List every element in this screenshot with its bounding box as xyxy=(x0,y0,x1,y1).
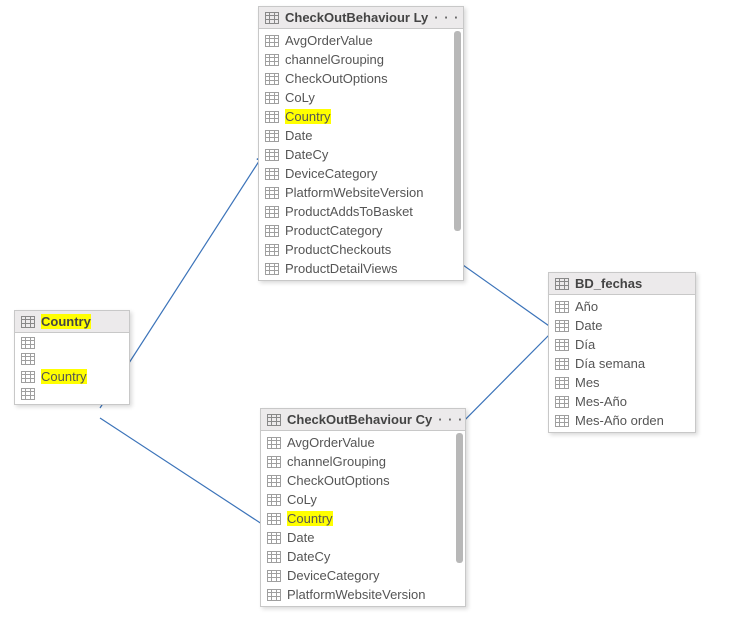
field-row[interactable]: Año xyxy=(549,297,695,316)
field-row[interactable]: Country xyxy=(15,367,129,386)
table-country[interactable]: Country Country xyxy=(14,310,130,405)
table-title: Country xyxy=(41,314,91,329)
table-header[interactable]: CheckOutBehaviour Cy · · · xyxy=(261,409,465,431)
field-icon xyxy=(267,551,281,563)
field-row[interactable]: PlatformWebsiteVersion xyxy=(259,183,463,202)
field-row[interactable]: DateCy xyxy=(261,547,465,566)
field-row[interactable]: ProductDetailViews xyxy=(259,259,463,278)
field-row[interactable] xyxy=(15,351,129,367)
field-row[interactable]: Date xyxy=(259,126,463,145)
scrollbar[interactable] xyxy=(454,31,461,231)
field-icon xyxy=(265,187,279,199)
field-icon xyxy=(265,263,279,275)
field-icon xyxy=(267,494,281,506)
field-icon xyxy=(267,456,281,468)
field-icon xyxy=(265,206,279,218)
field-row[interactable]: Mes-Año orden xyxy=(549,411,695,430)
field-icon xyxy=(265,73,279,85)
field-row[interactable]: DeviceCategory xyxy=(259,164,463,183)
field-row[interactable]: channelGrouping xyxy=(261,452,465,471)
field-row[interactable]: CheckOutOptions xyxy=(259,69,463,88)
field-row[interactable]: DateCy xyxy=(259,145,463,164)
field-icon xyxy=(265,244,279,256)
field-icon xyxy=(267,589,281,601)
more-icon[interactable]: · · · xyxy=(428,10,459,25)
field-icon xyxy=(265,111,279,123)
table-header[interactable]: CheckOutBehaviour Ly · · · xyxy=(259,7,463,29)
field-row[interactable]: Mes xyxy=(549,373,695,392)
field-icon xyxy=(265,149,279,161)
field-icon xyxy=(267,475,281,487)
field-icon xyxy=(555,415,569,427)
field-icon xyxy=(555,396,569,408)
field-icon xyxy=(555,320,569,332)
field-icon xyxy=(265,225,279,237)
field-row[interactable]: ProductCategory xyxy=(259,221,463,240)
table-checkoutbehaviour-cy[interactable]: CheckOutBehaviour Cy · · · AvgOrderValue… xyxy=(260,408,466,607)
field-row[interactable]: ProductCheckouts xyxy=(259,240,463,259)
field-icon xyxy=(555,358,569,370)
field-icon xyxy=(265,35,279,47)
field-icon xyxy=(265,130,279,142)
field-icon xyxy=(267,570,281,582)
field-row[interactable]: PlatformWebsiteVersion xyxy=(261,585,465,604)
field-icon xyxy=(21,388,35,400)
field-row[interactable] xyxy=(15,335,129,351)
field-row[interactable]: Día xyxy=(549,335,695,354)
field-row[interactable]: ProductAddsToBasket xyxy=(259,202,463,221)
field-list: Country xyxy=(15,333,129,404)
field-list: AvgOrderValue channelGrouping CheckOutOp… xyxy=(261,431,465,606)
field-icon xyxy=(21,353,35,365)
field-row[interactable]: CoLy xyxy=(259,88,463,107)
table-icon xyxy=(265,12,279,24)
field-row[interactable]: Country xyxy=(261,509,465,528)
field-row[interactable]: Date xyxy=(261,528,465,547)
field-row[interactable]: Country xyxy=(259,107,463,126)
field-row[interactable]: channelGrouping xyxy=(259,50,463,69)
table-bd-fechas[interactable]: BD_fechas Año Date Día Día semana Mes Me… xyxy=(548,272,696,433)
field-row[interactable]: DeviceCategory xyxy=(261,566,465,585)
field-icon xyxy=(555,377,569,389)
field-icon xyxy=(21,337,35,349)
field-icon xyxy=(265,54,279,66)
table-icon xyxy=(555,278,569,290)
table-icon xyxy=(21,316,35,328)
field-row[interactable]: CheckOutOptions xyxy=(261,471,465,490)
table-title: CheckOutBehaviour Ly xyxy=(285,10,428,25)
field-list: AvgOrderValue channelGrouping CheckOutOp… xyxy=(259,29,463,280)
scrollbar[interactable] xyxy=(456,433,463,563)
more-icon[interactable]: · · · xyxy=(432,412,463,427)
table-icon xyxy=(267,414,281,426)
table-header[interactable]: BD_fechas xyxy=(549,273,695,295)
field-row[interactable]: Mes-Año xyxy=(549,392,695,411)
field-row[interactable]: AvgOrderValue xyxy=(259,31,463,50)
field-row[interactable]: Date xyxy=(549,316,695,335)
field-icon xyxy=(21,371,35,383)
field-icon xyxy=(265,92,279,104)
table-header[interactable]: Country xyxy=(15,311,129,333)
field-icon xyxy=(555,339,569,351)
table-checkoutbehaviour-ly[interactable]: CheckOutBehaviour Ly · · · AvgOrderValue… xyxy=(258,6,464,281)
field-icon xyxy=(267,437,281,449)
field-list: Año Date Día Día semana Mes Mes-Año Mes-… xyxy=(549,295,695,432)
table-title: CheckOutBehaviour Cy xyxy=(287,412,432,427)
field-icon xyxy=(265,168,279,180)
field-icon xyxy=(555,301,569,313)
field-row[interactable] xyxy=(15,386,129,402)
field-row[interactable]: AvgOrderValue xyxy=(261,433,465,452)
field-row[interactable]: CoLy xyxy=(261,490,465,509)
field-row[interactable]: Día semana xyxy=(549,354,695,373)
field-icon xyxy=(267,532,281,544)
field-icon xyxy=(267,513,281,525)
table-title: BD_fechas xyxy=(575,276,642,291)
